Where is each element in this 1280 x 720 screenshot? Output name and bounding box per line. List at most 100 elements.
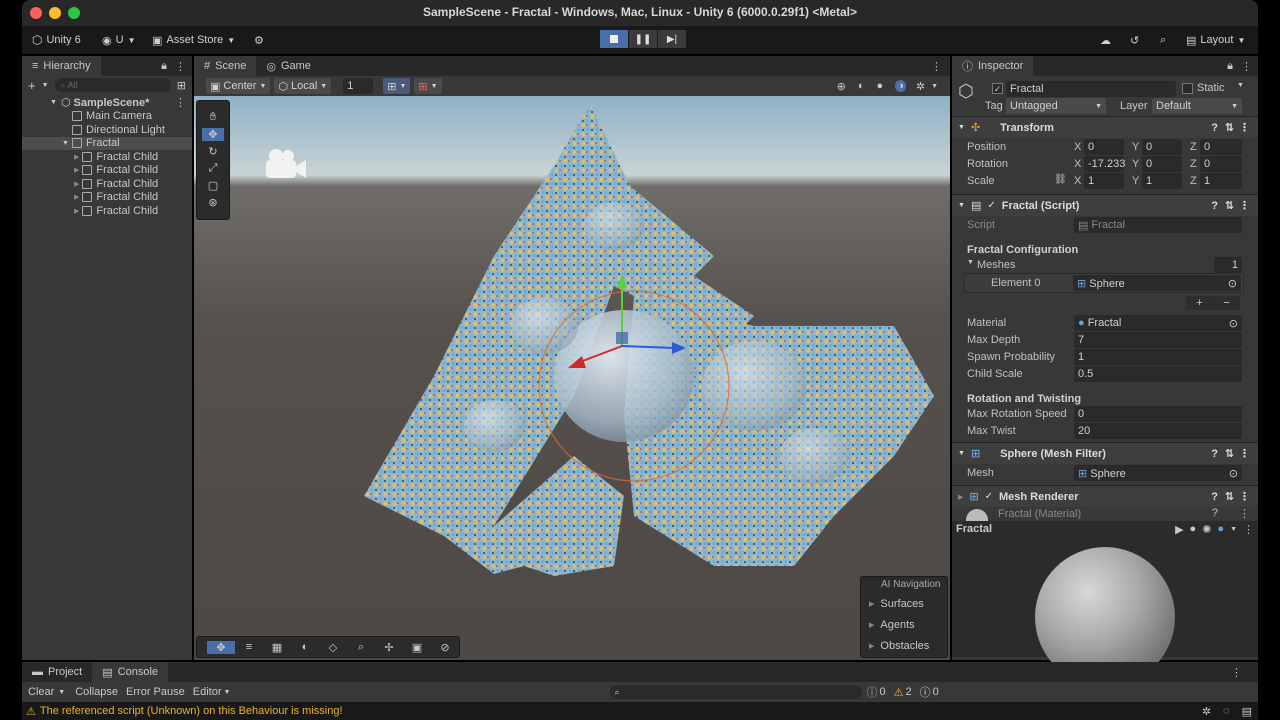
- scene-viewport[interactable]: ✋︎ ✥ ↻ ⤢ ▢ ⊛ ✥ ≡ ▦ ◐ ◇ ⌕ ✢ ▣ ⊘ AI Naviga…: [194, 96, 950, 660]
- snap-increment-dropdown[interactable]: ⊞ ▼: [414, 78, 442, 94]
- shading-icon[interactable]: ◐: [858, 80, 865, 92]
- material-field[interactable]: ● Fractal ⊙: [1074, 315, 1242, 331]
- log-count-toggle[interactable]: ⓘ 0: [862, 684, 889, 700]
- undo-history-button[interactable]: ↺: [1124, 30, 1145, 50]
- collapse-button[interactable]: Collapse: [71, 686, 122, 698]
- object-picker-icon[interactable]: ⊙: [1229, 467, 1238, 480]
- layout-dropdown[interactable]: ▤ Layout ▼: [1180, 30, 1251, 50]
- help-icon[interactable]: ?: [1211, 200, 1218, 212]
- layers-icon[interactable]: ◇: [319, 641, 347, 654]
- pan-icon[interactable]: ✢: [375, 641, 403, 654]
- chevron-down-icon[interactable]: ▼: [58, 689, 71, 696]
- pause-button[interactable]: ❚❚: [629, 30, 657, 48]
- lock-icon[interactable]: 🔒︎: [161, 60, 167, 73]
- help-icon[interactable]: ?: [1211, 448, 1218, 460]
- object-picker-icon[interactable]: ⊙: [1228, 277, 1237, 290]
- play-button[interactable]: [600, 30, 628, 48]
- object-picker-icon[interactable]: ⊙: [1229, 317, 1238, 330]
- zoom-icon[interactable]: ⌕: [347, 641, 375, 654]
- tab-hierarchy[interactable]: ≡ Hierarchy: [22, 56, 101, 76]
- hand-tool-icon[interactable]: ✋︎: [210, 111, 216, 124]
- more-options-icon[interactable]: ⋮: [175, 96, 186, 109]
- camera-gizmo-icon[interactable]: [266, 149, 306, 178]
- status-message[interactable]: The referenced script (Unknown) on this …: [40, 705, 343, 717]
- expand-arrow-icon[interactable]: ▼: [50, 99, 57, 106]
- presets-icon[interactable]: ⇅: [1225, 121, 1234, 134]
- ai-nav-item-surfaces[interactable]: ▶ Surfaces: [861, 593, 947, 614]
- search-button[interactable]: ⌕: [1154, 30, 1172, 50]
- grid-size-input[interactable]: 1: [343, 78, 374, 94]
- more-options-icon[interactable]: ⋮: [175, 60, 186, 73]
- rect-tool-icon[interactable]: ▢: [208, 179, 218, 192]
- gizmo-plane-handle[interactable]: [616, 332, 628, 344]
- clear-button[interactable]: Clear: [24, 686, 58, 698]
- step-button[interactable]: ▶|: [658, 30, 686, 48]
- hierarchy-item[interactable]: Main Camera: [22, 110, 192, 124]
- help-icon[interactable]: ?: [1211, 122, 1218, 134]
- unity-menu-button[interactable]: ⬡ Unity 6: [26, 30, 87, 50]
- hierarchy-child-item[interactable]: ▶ Fractal Child: [22, 177, 192, 191]
- hierarchy-item-selected[interactable]: ▼ Fractal: [22, 136, 192, 150]
- rotation-z-field[interactable]: 0: [1200, 156, 1242, 172]
- child-scale-field[interactable]: 0.5: [1074, 366, 1242, 382]
- chevron-down-icon[interactable]: ▼: [1237, 82, 1244, 89]
- constrain-proportions-icon[interactable]: ⛓: [1054, 174, 1067, 185]
- mesh-filter-header[interactable]: ▼ ⊞ Sphere (Mesh Filter) ? ⇅ ⋮: [952, 442, 1258, 464]
- pivot-center-dropdown[interactable]: ▣ Center ▼: [206, 78, 271, 94]
- tab-game[interactable]: ◎ Game: [256, 56, 321, 76]
- layer-dropdown[interactable]: Default ▼: [1152, 98, 1242, 114]
- gizmos-icon[interactable]: ✲: [916, 80, 925, 93]
- grid-toggle-icon[interactable]: ▦: [263, 641, 291, 654]
- rotation-y-field[interactable]: 0: [1142, 156, 1182, 172]
- more-options-icon[interactable]: ⋮: [1243, 523, 1254, 536]
- mesh-renderer-header[interactable]: ▶ ⊞ ✓ Mesh Renderer ? ⇅ ⋮: [952, 485, 1258, 507]
- spawn-probability-field[interactable]: 1: [1074, 349, 1242, 365]
- component-enabled-checkbox[interactable]: ✓: [987, 200, 995, 211]
- more-options-icon[interactable]: ⋮: [1231, 666, 1258, 679]
- hierarchy-child-item[interactable]: ▶ Fractal Child: [22, 150, 192, 164]
- mesh-field[interactable]: ⊞ Sphere ⊙: [1074, 465, 1242, 481]
- collab-button[interactable]: ☁: [1094, 30, 1117, 50]
- object-name-field[interactable]: Fractal: [1006, 81, 1176, 97]
- camera-icon[interactable]: ▣: [403, 641, 431, 654]
- add-icon[interactable]: +: [1196, 297, 1202, 309]
- scale-y-field[interactable]: 1: [1142, 173, 1182, 189]
- more-options-icon[interactable]: ⋮: [1241, 60, 1252, 73]
- grid-snap-dropdown[interactable]: ⊞ ▼: [383, 78, 411, 94]
- cache-icon[interactable]: ▤: [1242, 705, 1258, 718]
- play-preview-icon[interactable]: ▶: [1175, 523, 1183, 536]
- preview-area[interactable]: [952, 537, 1258, 687]
- expand-arrow-icon[interactable]: ▶: [74, 153, 79, 161]
- tab-project[interactable]: ▬ Project: [22, 662, 92, 682]
- more-options-icon[interactable]: ⋮: [931, 60, 950, 73]
- presets-icon[interactable]: ⇅: [1225, 490, 1234, 503]
- shaded-sphere-icon[interactable]: ●: [877, 80, 884, 92]
- move-tool-icon[interactable]: ✥: [202, 128, 224, 141]
- expand-arrow-icon[interactable]: ▶: [74, 193, 79, 201]
- scene-root-item[interactable]: ▼ ⬡ SampleScene* ⋮: [22, 96, 192, 110]
- position-y-field[interactable]: 0: [1142, 139, 1182, 155]
- presets-icon[interactable]: ⇅: [1225, 199, 1234, 212]
- transform-tool-icon[interactable]: ⊛: [208, 196, 217, 209]
- presets-icon[interactable]: ⇅: [1225, 447, 1234, 460]
- tab-inspector[interactable]: ⓘ Inspector: [952, 56, 1034, 76]
- chevron-down-icon[interactable]: ▼: [224, 689, 231, 696]
- sphere-mesh-icon[interactable]: ●: [1217, 523, 1224, 535]
- rotation-x-field[interactable]: -17.233: [1084, 156, 1125, 172]
- scale-z-field[interactable]: 1: [1200, 173, 1242, 189]
- ai-nav-item-obstacles[interactable]: ▶ Obstacles: [861, 635, 947, 656]
- expand-arrow-icon[interactable]: ▶: [74, 166, 79, 174]
- material-row[interactable]: Fractal (Material) ? ⋮: [952, 507, 1258, 521]
- help-icon[interactable]: ?: [1212, 507, 1218, 519]
- more-options-icon[interactable]: ⋮: [1239, 447, 1250, 460]
- ai-nav-item-agents[interactable]: ▶ Agents: [861, 614, 947, 635]
- remove-icon[interactable]: −: [1223, 297, 1229, 309]
- asset-store-button[interactable]: ▣ Asset Store ▼: [146, 30, 241, 50]
- position-x-field[interactable]: 0: [1084, 139, 1124, 155]
- chevron-down-icon[interactable]: ▼: [1230, 526, 1237, 533]
- chevron-down-icon[interactable]: ▼: [931, 83, 938, 90]
- tab-console[interactable]: ▤ Console: [92, 662, 169, 682]
- rotate-tool-icon[interactable]: ↻: [208, 145, 217, 158]
- error-count-toggle[interactable]: ⓘ 0: [916, 684, 943, 700]
- max-depth-field[interactable]: 7: [1074, 332, 1242, 348]
